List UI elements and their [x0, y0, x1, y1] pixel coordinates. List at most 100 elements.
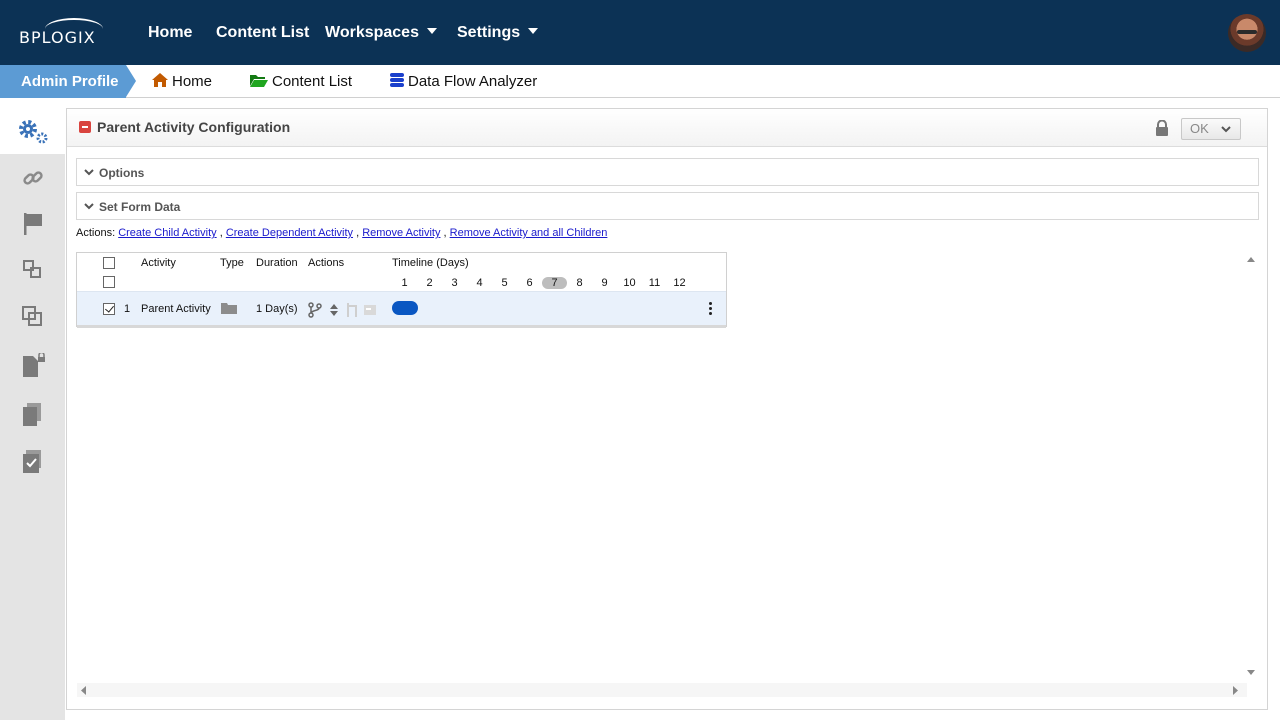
scroll-left-icon[interactable] — [80, 686, 87, 695]
timeline-day: 3 — [451, 277, 458, 289]
chevron-down-icon — [84, 169, 94, 176]
column-header-timeline: Timeline (Days) — [392, 257, 469, 269]
bplogix-logo[interactable]: BPLOGIX — [19, 18, 109, 48]
activity-configuration-panel: Parent Activity Configuration OK Options… — [66, 108, 1268, 710]
nav-content-list[interactable]: Content List — [216, 24, 309, 42]
page-title: Parent Activity Configuration — [97, 119, 291, 135]
row-index: 1 — [124, 303, 131, 315]
nav-settings[interactable]: Settings — [457, 24, 539, 42]
row-menu-icon[interactable] — [709, 302, 713, 318]
sidebar-item-milestones[interactable] — [0, 201, 65, 247]
sidebar-item-subprocess[interactable] — [0, 247, 65, 293]
section-options[interactable]: Options — [76, 158, 1259, 186]
branch-icon[interactable] — [308, 302, 322, 318]
actions-separator: , — [443, 227, 447, 239]
breadcrumb-home[interactable]: Home — [151, 72, 212, 90]
create-dependent-activity-link[interactable]: Create Dependent Activity — [226, 227, 353, 239]
timeline-day: 6 — [526, 277, 533, 289]
sidebar-item-configuration[interactable] — [0, 108, 65, 154]
timeline-day: 4 — [476, 277, 483, 289]
form-icon — [79, 121, 91, 133]
lock-icon[interactable] — [1155, 120, 1169, 136]
row-duration[interactable]: 1 Day(s) — [256, 303, 298, 315]
chevron-down-icon — [84, 203, 94, 210]
remove-activity-and-children-link[interactable]: Remove Activity and all Children — [450, 227, 608, 239]
breadcrumb-home-label: Home — [172, 73, 213, 90]
row-activity-name[interactable]: Parent Activity — [141, 303, 211, 315]
copy-icon — [21, 306, 42, 326]
activity-actions-bar: Actions: Create Child Activity , Create … — [76, 227, 607, 239]
form-data-icon[interactable] — [363, 304, 377, 316]
dependency-icon[interactable] — [345, 302, 359, 318]
create-child-activity-link[interactable]: Create Child Activity — [118, 227, 216, 239]
breadcrumb-content-list[interactable]: Content List — [249, 72, 352, 90]
ok-button-label: OK — [1190, 121, 1209, 136]
breadcrumb-data-flow-analyzer[interactable]: Data Flow Analyzer — [389, 72, 537, 90]
vertical-scrollbar[interactable] — [1245, 253, 1257, 679]
gears-icon — [18, 120, 47, 144]
sidebar-item-security[interactable] — [0, 343, 65, 389]
top-navigation-bar: BPLOGIX Home Content List Workspaces Set… — [0, 0, 1280, 65]
sidebar-item-tasks[interactable] — [0, 439, 65, 485]
section-set-form-data[interactable]: Set Form Data — [76, 192, 1259, 220]
timeline-current-day: 7 — [542, 277, 567, 289]
sidebar-item-copy[interactable] — [0, 294, 65, 340]
locked-document-icon — [22, 353, 45, 377]
row-checkbox[interactable] — [103, 303, 115, 315]
column-header-duration: Duration — [256, 257, 298, 269]
scroll-right-icon[interactable] — [1232, 686, 1239, 695]
database-icon — [390, 73, 404, 87]
column-header-actions: Actions — [308, 257, 345, 269]
timeline-day: 10 — [623, 277, 636, 289]
breadcrumb-data-flow-analyzer-label: Data Flow Analyzer — [408, 73, 538, 90]
activity-grid: Activity Type Duration Actions Timeline … — [76, 252, 727, 328]
reorder-arrows-icon[interactable] — [329, 303, 339, 317]
table-row[interactable]: 1 Parent Activity 1 Day(s) — [77, 291, 726, 325]
timeline-day: 12 — [673, 277, 686, 289]
timeline-day: 11 — [648, 277, 661, 289]
documents-icon — [22, 403, 41, 426]
column-header-activity: Activity — [141, 257, 176, 269]
flag-icon — [23, 213, 42, 235]
breadcrumb: Admin Profile Home Content List Data Flo… — [0, 65, 1280, 98]
timeline-bar[interactable] — [392, 301, 418, 315]
horizontal-scrollbar[interactable] — [77, 683, 1247, 697]
select-all-checkbox[interactable] — [103, 257, 115, 269]
grid-divider — [77, 325, 726, 328]
link-icon — [22, 171, 43, 185]
actions-separator: , — [356, 227, 360, 239]
admin-profile-crumb[interactable]: Admin Profile — [0, 65, 136, 98]
remove-activity-link[interactable]: Remove Activity — [362, 227, 440, 239]
timeline-day: 2 — [426, 277, 433, 289]
home-icon — [152, 73, 168, 87]
timeline-day: 5 — [501, 277, 508, 289]
panel-header: Parent Activity Configuration OK — [67, 109, 1267, 147]
nav-workspaces[interactable]: Workspaces — [325, 24, 437, 42]
checklist-icon — [22, 450, 41, 473]
chevron-down-icon — [1221, 126, 1231, 133]
nav-workspaces-label: Workspaces — [325, 24, 419, 41]
sidebar-item-documents[interactable] — [0, 392, 65, 438]
section-options-label: Options — [99, 166, 145, 180]
chevron-down-icon — [528, 27, 539, 34]
actions-separator: , — [219, 227, 223, 239]
logo-text: BPLOGIX — [19, 28, 96, 47]
nav-settings-label: Settings — [457, 24, 521, 41]
section-set-form-data-label: Set Form Data — [99, 200, 181, 214]
chevron-down-icon — [426, 27, 437, 34]
timeline-day: 8 — [576, 277, 583, 289]
timeline-day: 1 — [401, 277, 408, 289]
breadcrumb-content-list-label: Content List — [272, 73, 353, 90]
subprocess-icon — [22, 260, 41, 278]
timeline-day: 9 — [601, 277, 608, 289]
folder-icon — [221, 303, 237, 314]
user-avatar[interactable] — [1228, 14, 1266, 52]
folder-open-icon — [250, 75, 268, 87]
filter-row-checkbox[interactable] — [103, 276, 115, 288]
column-header-type: Type — [220, 257, 244, 269]
nav-home[interactable]: Home — [148, 24, 192, 42]
left-sidebar — [0, 108, 65, 720]
sidebar-item-links[interactable] — [0, 155, 65, 201]
actions-prefix: Actions: — [76, 227, 116, 239]
ok-button[interactable]: OK — [1181, 118, 1241, 140]
